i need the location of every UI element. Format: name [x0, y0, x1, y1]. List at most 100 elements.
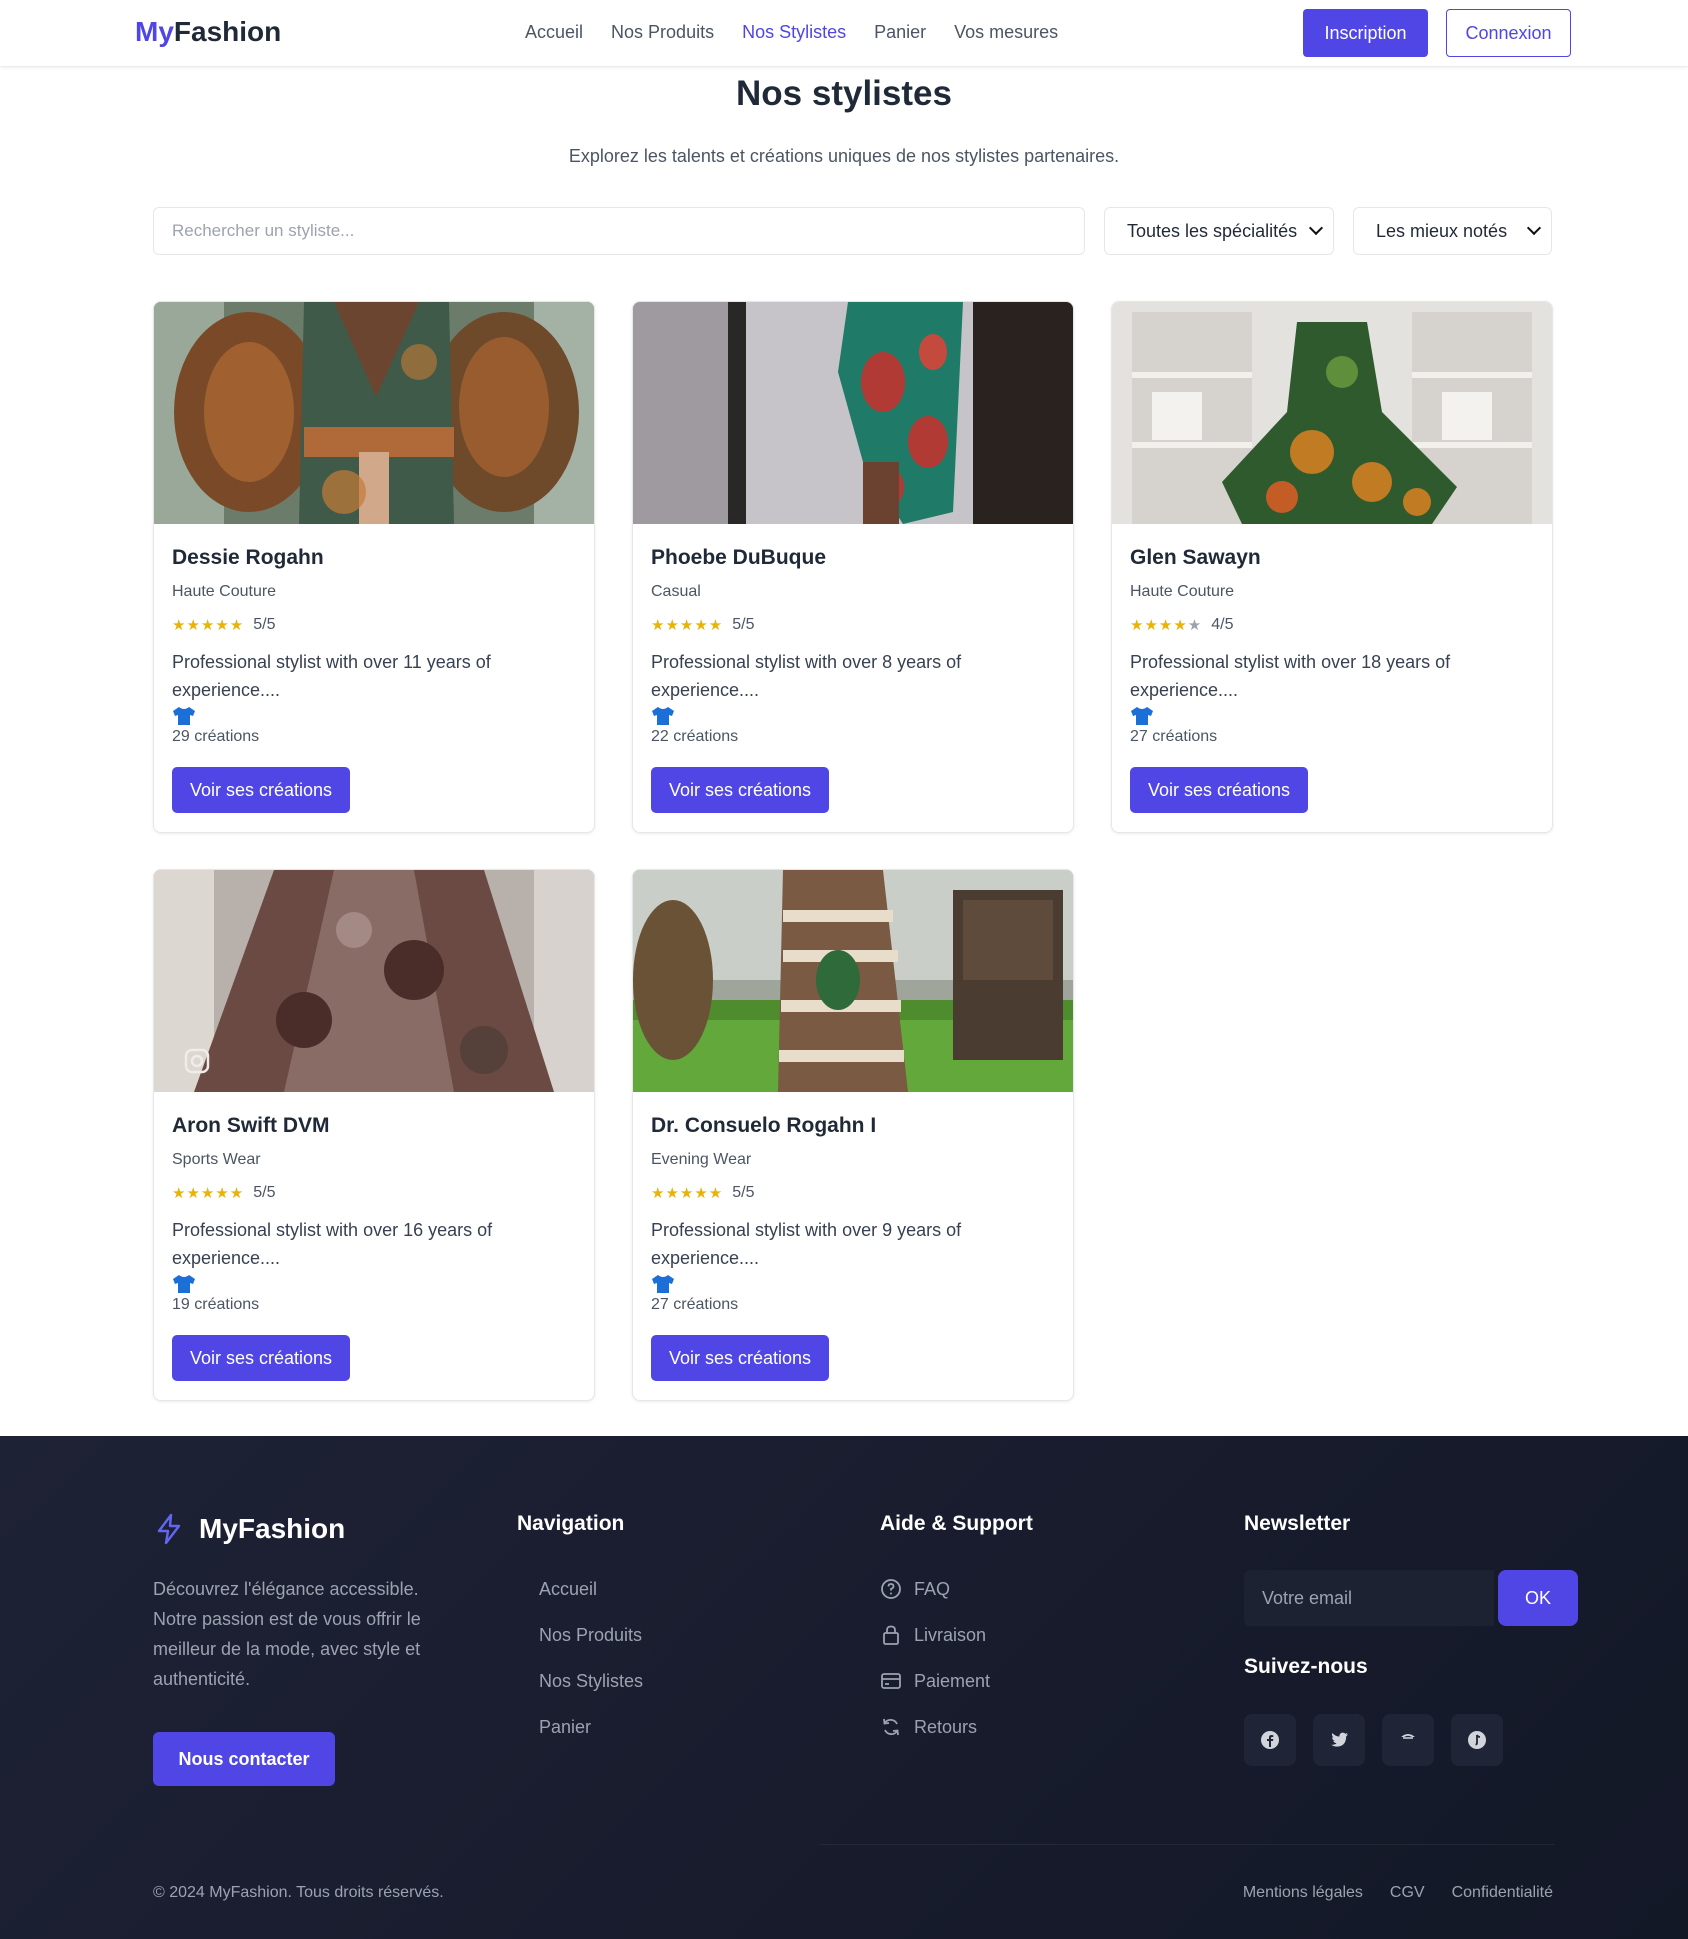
facebook-link[interactable]	[1244, 1714, 1296, 1766]
signup-button[interactable]: Inscription	[1303, 9, 1428, 57]
stylist-card: Phoebe DuBuque Casual ★★★★★ 5/5 Professi…	[632, 301, 1074, 833]
tiktok-icon	[1468, 1731, 1486, 1749]
stylist-rating: ★★★★★ 4/5	[1130, 616, 1234, 634]
twitter-link[interactable]	[1313, 1714, 1365, 1766]
footer-support-title: Aide & Support	[880, 1512, 1033, 1535]
twitter-icon	[1331, 1732, 1348, 1747]
footer-newsletter-title: Newsletter	[1244, 1512, 1351, 1535]
lock-icon	[883, 1625, 899, 1645]
rating-stars: ★★★★★	[651, 617, 724, 634]
stylist-search-input[interactable]	[153, 207, 1085, 255]
stylist-card: Glen Sawayn Haute Couture ★★★★★ 4/5 Prof…	[1111, 301, 1553, 833]
chevron-down-icon	[1308, 220, 1324, 236]
shirt-icon	[173, 707, 195, 725]
view-creations-button[interactable]: Voir ses créations	[172, 1335, 350, 1381]
footer-link-panier[interactable]: Panier	[517, 1704, 643, 1750]
stylist-name: Dr. Consuelo Rogahn I	[651, 1114, 877, 1137]
rating-value: 4/5	[1211, 616, 1234, 633]
nav-panier[interactable]: Panier	[874, 22, 926, 43]
sort-select-value: Les mieux notés	[1376, 220, 1508, 241]
rating-value: 5/5	[732, 1184, 755, 1201]
instagram-link[interactable]	[1382, 1714, 1434, 1766]
creations-count: 19 créations	[172, 1296, 260, 1313]
legal-link-confidentialite[interactable]: Confidentialité	[1452, 1884, 1553, 1902]
footer-support: FAQ Livraison Paiement Retours	[880, 1566, 990, 1750]
logo[interactable]: MyFashion	[135, 16, 281, 48]
page-title: Nos stylistes	[736, 74, 952, 113]
newsletter-submit-button[interactable]: OK	[1498, 1570, 1578, 1626]
legal-links: Mentions légales CGV Confidentialité	[1243, 1884, 1553, 1902]
footer-logo[interactable]: MyFashion	[153, 1513, 345, 1545]
specialty-select-value: Toutes les spécialités	[1127, 220, 1298, 241]
contact-button[interactable]: Nous contacter	[153, 1732, 335, 1786]
stylist-description: Professional stylist with over 8 years o…	[651, 652, 962, 700]
view-creations-button[interactable]: Voir ses créations	[651, 767, 829, 813]
footer-support-label: FAQ	[914, 1578, 951, 1599]
stylist-rating: ★★★★★ 5/5	[651, 1184, 755, 1202]
instagram-icon	[1401, 1734, 1415, 1739]
footer-brand: MyFashion	[199, 1513, 346, 1544]
stylist-description: Professional stylist with over 11 years …	[172, 652, 491, 700]
footer-about: Découvrez l'élégance accessible. Notre p…	[153, 1579, 421, 1689]
stylist-rating: ★★★★★ 5/5	[172, 616, 276, 634]
nav-nos-stylistes[interactable]: Nos Stylistes	[742, 22, 846, 43]
footer-link-paiement[interactable]: Paiement	[880, 1658, 990, 1704]
nav-nos-produits[interactable]: Nos Produits	[611, 22, 714, 43]
view-creations-button[interactable]: Voir ses créations	[1130, 767, 1308, 813]
refresh-icon	[883, 1718, 899, 1736]
stylist-rating: ★★★★★ 5/5	[172, 1184, 276, 1202]
question-circle-icon	[881, 1579, 901, 1599]
stylist-description: Professional stylist with over 18 years …	[1130, 652, 1451, 700]
footer-support-label: Livraison	[914, 1624, 987, 1645]
stylist-photo	[633, 302, 1073, 524]
stylist-card: Aron Swift DVM Sports Wear ★★★★★ 5/5 Pro…	[153, 869, 595, 1401]
lightning-icon	[157, 1513, 181, 1545]
logo-part-2: Fashion	[173, 16, 282, 47]
nav-vos-mesures[interactable]: Vos mesures	[954, 22, 1058, 43]
shirt-icon	[652, 1275, 674, 1293]
legal-link-mentions[interactable]: Mentions légales	[1243, 1884, 1363, 1902]
stylist-name: Aron Swift DVM	[172, 1114, 330, 1137]
facebook-icon	[1261, 1731, 1279, 1749]
footer-link-nos-stylistes[interactable]: Nos Stylistes	[517, 1658, 643, 1704]
stylist-specialty: Haute Couture	[172, 583, 277, 600]
footer-link-accueil[interactable]: Accueil	[517, 1566, 643, 1612]
nav-accueil[interactable]: Accueil	[525, 22, 583, 43]
creations-count: 27 créations	[1130, 728, 1218, 745]
footer-navigation: Accueil Nos Produits Nos Stylistes Panie…	[517, 1566, 643, 1750]
footer-link-livraison[interactable]: Livraison	[880, 1612, 990, 1658]
footer-link-nos-produits[interactable]: Nos Produits	[517, 1612, 643, 1658]
footer-navigation-title: Navigation	[517, 1512, 625, 1535]
site-footer: MyFashion Découvrez l'élégance accessibl…	[0, 1436, 1688, 1939]
stylist-description: Professional stylist with over 16 years …	[172, 1220, 493, 1268]
rating-stars: ★★★★★	[172, 617, 245, 634]
legal-link-cgv[interactable]: CGV	[1390, 1884, 1425, 1902]
footer-link-retours[interactable]: Retours	[880, 1704, 990, 1750]
main-nav: Accueil Nos Produits Nos Stylistes Panie…	[525, 22, 1058, 43]
footer-link-faq[interactable]: FAQ	[880, 1566, 990, 1612]
view-creations-button[interactable]: Voir ses créations	[651, 1335, 829, 1381]
stylist-photo	[1112, 302, 1552, 524]
stylist-description: Professional stylist with over 9 years o…	[651, 1220, 962, 1268]
credit-card-icon	[881, 1673, 901, 1689]
footer-divider	[820, 1844, 1555, 1845]
newsletter-email-input[interactable]	[1244, 1570, 1494, 1626]
tiktok-link[interactable]	[1451, 1714, 1503, 1766]
sort-select[interactable]: Les mieux notés	[1353, 207, 1552, 255]
stylist-photo	[154, 302, 594, 524]
specialty-select[interactable]: Toutes les spécialités	[1104, 207, 1334, 255]
creations-count: 22 créations	[651, 728, 739, 745]
stylist-name: Glen Sawayn	[1130, 546, 1261, 569]
footer-social-title: Suivez-nous	[1244, 1655, 1368, 1678]
copyright: © 2024 MyFashion. Tous droits réservés.	[153, 1884, 444, 1901]
rating-stars: ★★★★★	[651, 1185, 724, 1202]
footer-support-label: Paiement	[914, 1670, 991, 1691]
rating-value: 5/5	[732, 616, 755, 633]
stylist-specialty: Casual	[651, 583, 701, 600]
stylist-photo	[154, 870, 594, 1092]
stylist-specialty: Haute Couture	[1130, 583, 1235, 600]
login-button[interactable]: Connexion	[1446, 9, 1571, 57]
stylist-specialty: Sports Wear	[172, 1151, 261, 1168]
shirt-icon	[1131, 707, 1153, 725]
view-creations-button[interactable]: Voir ses créations	[172, 767, 350, 813]
